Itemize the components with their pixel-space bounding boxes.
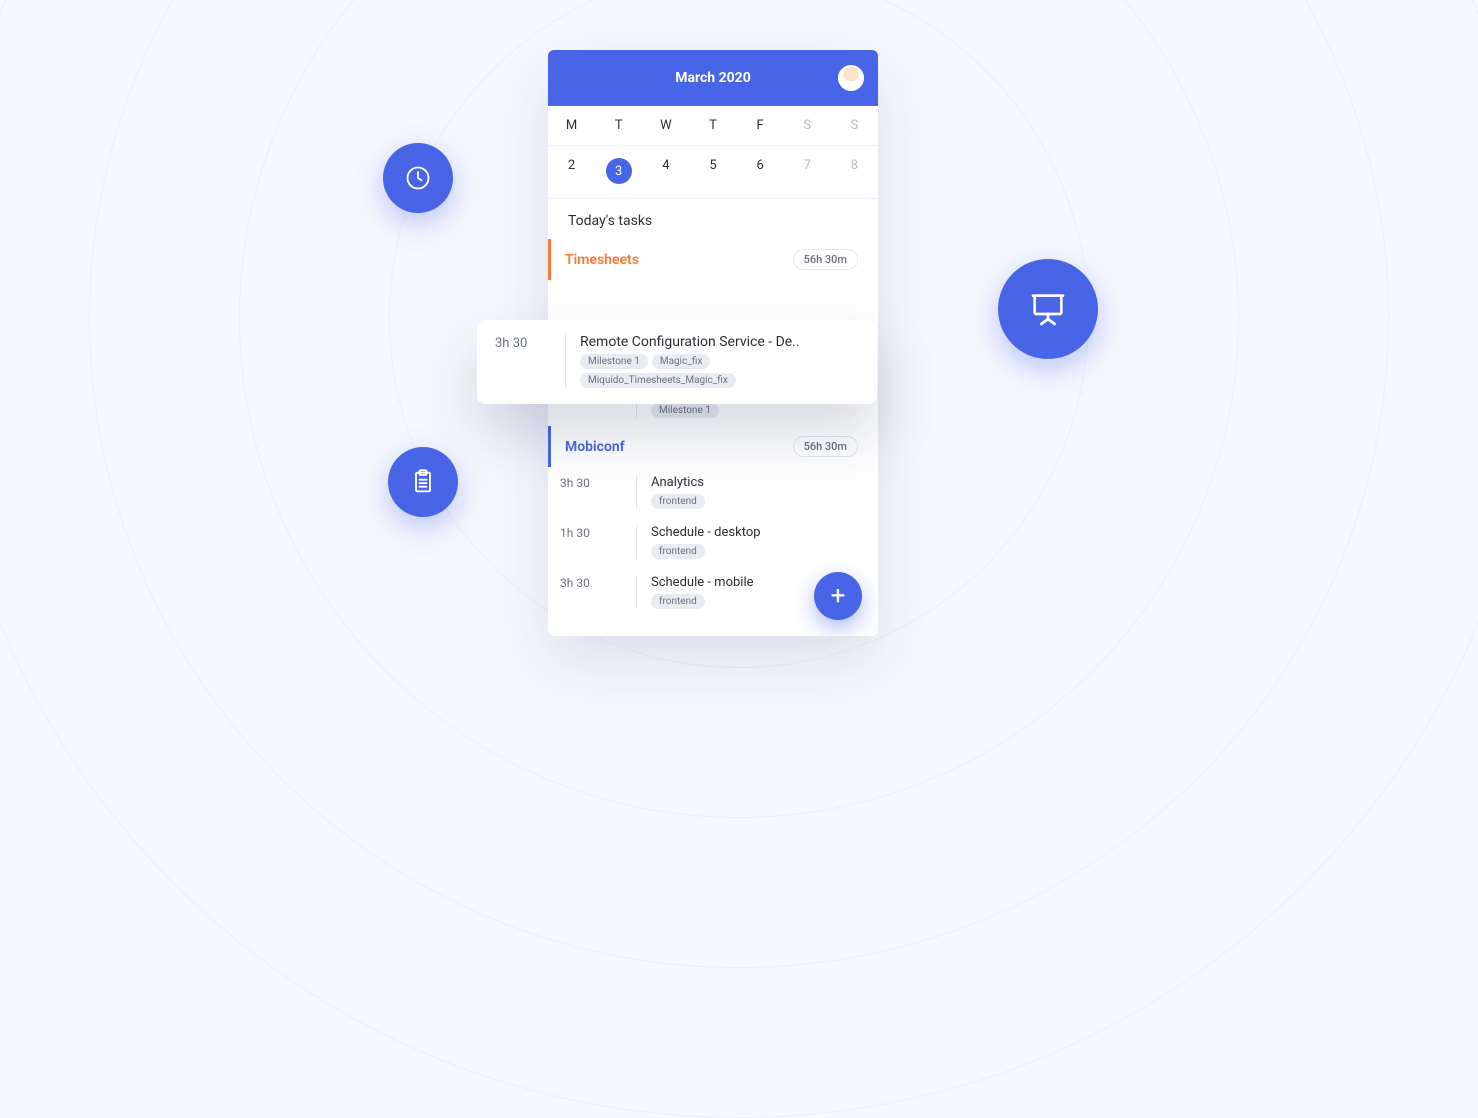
task-duration: 3h 30 xyxy=(560,575,624,609)
clock-icon[interactable] xyxy=(383,143,453,213)
task-tag: Milestone 1 xyxy=(651,403,719,418)
avatar[interactable] xyxy=(838,65,864,91)
app-header: March 2020 xyxy=(548,50,878,106)
task-tag: frontend xyxy=(651,594,705,609)
date-cell[interactable]: 4 xyxy=(642,158,689,184)
clipboard-icon[interactable] xyxy=(388,447,458,517)
task-tag: frontend xyxy=(651,544,705,559)
section-heading: Today's tasks xyxy=(548,199,878,239)
weekday-label: W xyxy=(642,118,689,133)
task-tag: frontend xyxy=(651,494,705,509)
task-tag: Miquido_Timesheets_Magic_fix xyxy=(580,373,736,388)
weekday-label: M xyxy=(548,118,595,133)
date-cell[interactable]: 2 xyxy=(548,158,595,184)
project-name: Mobiconf xyxy=(565,439,625,455)
date-row: 2 3 4 5 6 7 8 xyxy=(548,146,878,199)
project-group-header[interactable]: Mobiconf 56h 30m xyxy=(548,426,878,467)
date-cell[interactable]: 6 xyxy=(737,158,784,184)
weekday-label: S xyxy=(784,118,831,133)
task-row[interactable]: 1h 30 Schedule - desktop frontend xyxy=(548,517,878,567)
weekday-label: T xyxy=(595,118,642,133)
task-title: Schedule - desktop xyxy=(651,525,858,540)
weekday-label: S xyxy=(831,118,878,133)
weekday-label: F xyxy=(737,118,784,133)
add-task-button[interactable]: + xyxy=(814,572,862,620)
task-card-popover[interactable]: 3h 30 Remote Configuration Service - De.… xyxy=(477,320,877,404)
project-total-badge: 56h 30m xyxy=(793,249,858,270)
project-group-header[interactable]: Timesheets 56h 30m xyxy=(548,239,878,280)
date-cell[interactable]: 5 xyxy=(689,158,736,184)
presentation-board-icon[interactable] xyxy=(998,259,1098,359)
date-cell[interactable]: 8 xyxy=(831,158,878,184)
task-title: Remote Configuration Service - De.. xyxy=(580,334,859,350)
task-row[interactable]: 3h 30 Analytics frontend xyxy=(548,467,878,517)
plus-icon: + xyxy=(831,583,846,609)
date-cell-selected[interactable]: 3 xyxy=(595,158,642,184)
task-duration: 3h 30 xyxy=(495,334,553,388)
task-tag: Magic_fix xyxy=(652,354,710,369)
task-list: Today's tasks Timesheets 56h 30m 3h 30 R… xyxy=(548,199,878,636)
weekday-row: M T W T F S S xyxy=(548,106,878,146)
month-title: March 2020 xyxy=(675,70,751,86)
project-name: Timesheets xyxy=(565,252,639,268)
task-duration: 3h 30 xyxy=(560,475,624,509)
task-duration: 1h 30 xyxy=(560,525,624,559)
task-title: Analytics xyxy=(651,475,858,490)
task-tag: Milestone 1 xyxy=(580,354,648,369)
date-cell[interactable]: 7 xyxy=(784,158,831,184)
project-total-badge: 56h 30m xyxy=(793,436,858,457)
weekday-label: T xyxy=(689,118,736,133)
